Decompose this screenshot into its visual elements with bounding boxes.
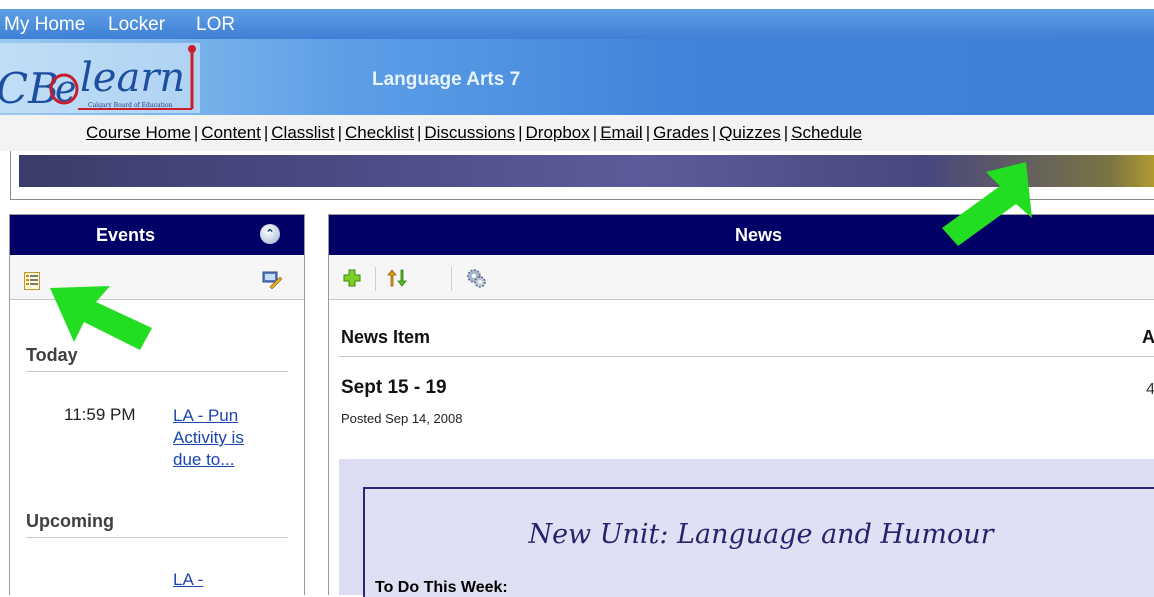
- list-icon[interactable]: [24, 272, 40, 290]
- nav-schedule[interactable]: Schedule: [791, 123, 862, 142]
- nav-content[interactable]: Content: [201, 123, 261, 142]
- svg-text:Calgary Board of Education: Calgary Board of Education: [88, 102, 173, 109]
- toolbar-divider: [375, 267, 376, 291]
- nav-separator: |: [416, 123, 422, 142]
- nav-classlist[interactable]: Classlist: [271, 123, 334, 142]
- course-title: Language Arts 7: [372, 69, 521, 90]
- cbe-learn-logo[interactable]: CB e learn Calgary Board of Education: [0, 43, 200, 113]
- event-time: 11:59 PM: [64, 405, 136, 424]
- nav-email[interactable]: Email: [600, 123, 643, 142]
- event-link-line[interactable]: due to...: [173, 449, 234, 471]
- news-item-column-header[interactable]: News Item: [341, 327, 430, 348]
- upcoming-event-link[interactable]: LA -: [173, 569, 203, 591]
- news-toolbar: [329, 255, 1154, 300]
- course-navbar: Course Home | Content | Classlist | Checklist |…: [0, 115, 1154, 151]
- nav-discussions[interactable]: Discussions: [424, 123, 515, 142]
- news-posted-date: Posted Sep 14, 2008: [341, 411, 463, 426]
- news-content-box: New Unit: Language and Humour To Do This…: [363, 487, 1154, 597]
- event-link-line[interactable]: Activity is: [173, 427, 244, 449]
- events-panel: Events ⌃ Today 11:59 PM LA - Pun Activit…: [9, 214, 305, 595]
- collapse-icon[interactable]: ⌃: [260, 224, 280, 244]
- top-link-my-home[interactable]: My Home: [4, 14, 85, 36]
- nav-separator: |: [592, 123, 598, 142]
- nav-separator: |: [783, 123, 789, 142]
- gear-icon[interactable]: [465, 267, 487, 289]
- nav-course-home[interactable]: Course Home: [86, 123, 191, 142]
- news-body: New Unit: Language and Humour To Do This…: [339, 459, 1154, 597]
- nav-separator: |: [645, 123, 651, 142]
- news-item-right-text: 4: [1146, 381, 1154, 398]
- news-title: News: [735, 225, 783, 245]
- annotation-arrow-events: [50, 286, 152, 350]
- upcoming-divider: [26, 537, 288, 538]
- svg-text:e: e: [55, 69, 76, 110]
- sort-icon[interactable]: [387, 267, 409, 289]
- svg-text:learn: learn: [80, 55, 185, 101]
- nav-dropbox[interactable]: Dropbox: [526, 123, 590, 142]
- upcoming-label: Upcoming: [26, 511, 114, 531]
- event-link-line[interactable]: LA - Pun: [173, 405, 238, 427]
- nav-separator: |: [193, 123, 199, 142]
- nav-links: Course Home | Content | Classlist | Checklist |…: [86, 123, 862, 143]
- annotation-arrow-schedule: [942, 162, 1032, 246]
- course-banner: CB e learn Calgary Board of Education La…: [0, 39, 1154, 115]
- top-strip: [0, 0, 1154, 9]
- top-bar: My Home Locker LOR: [0, 9, 1154, 39]
- nav-quizzes[interactable]: Quizzes: [719, 123, 780, 142]
- edit-icon[interactable]: [262, 271, 282, 289]
- news-panel: News News Item A Sept 15 - 19 4 Posted S…: [328, 214, 1154, 597]
- today-divider: [26, 371, 288, 372]
- nav-grades[interactable]: Grades: [653, 123, 709, 142]
- nav-separator: |: [711, 123, 717, 142]
- top-link-lor[interactable]: LOR: [196, 14, 235, 36]
- news-column-header-2[interactable]: A: [1142, 327, 1154, 348]
- nav-separator: |: [263, 123, 269, 142]
- toolbar-divider: [451, 267, 452, 291]
- events-title: Events: [96, 225, 156, 245]
- add-icon[interactable]: [341, 267, 363, 289]
- todo-heading: To Do This Week:: [375, 579, 508, 596]
- nav-separator: |: [337, 123, 342, 142]
- unit-title: New Unit: Language and Humour: [528, 519, 994, 550]
- nav-checklist[interactable]: Checklist: [345, 123, 414, 142]
- news-item-title: Sept 15 - 19: [341, 377, 447, 398]
- column-divider: [339, 356, 1154, 357]
- nav-separator: |: [518, 123, 523, 142]
- top-link-locker[interactable]: Locker: [108, 14, 165, 36]
- events-header: Events ⌃: [10, 215, 304, 255]
